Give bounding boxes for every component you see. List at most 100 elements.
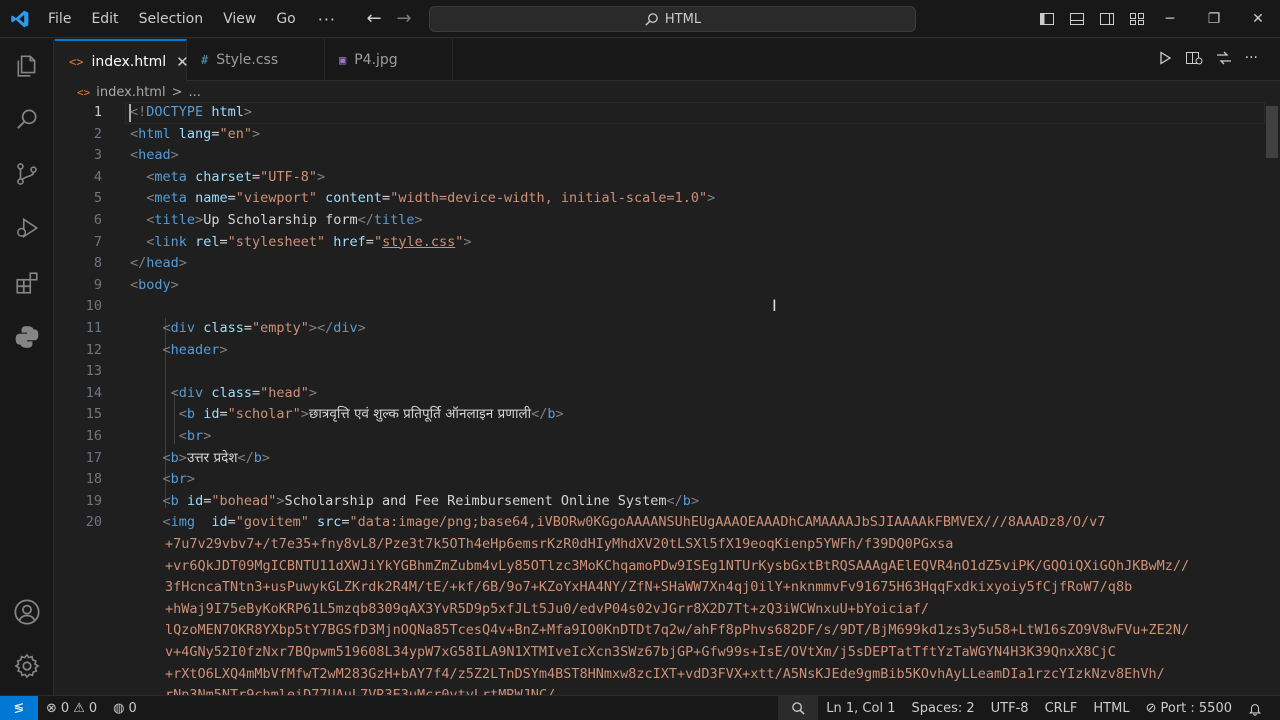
end-of-line[interactable]: CRLF bbox=[1037, 701, 1086, 716]
editor-tabs: <> index.html ✕ # Style.css ▣ P4.jpg ··· bbox=[55, 39, 1280, 82]
tab-index-html[interactable]: <> index.html ✕ bbox=[55, 39, 189, 82]
code-text: <html lang="en"> bbox=[130, 125, 261, 142]
compare-changes-icon[interactable] bbox=[1215, 50, 1233, 70]
code-wrapped-line: 3fHcncaTNtn3+usPuwykGLZKrdk2R4M/tE/+kf/6… bbox=[165, 579, 1133, 596]
source-control-icon[interactable] bbox=[13, 160, 41, 188]
menu-view[interactable]: View bbox=[213, 0, 266, 38]
language-mode[interactable]: HTML bbox=[1085, 701, 1137, 716]
breadcrumb-file[interactable]: index.html bbox=[96, 85, 165, 100]
code-editor[interactable]: 1 <!DOCTYPE html> 2 <html lang="en"> 3 <… bbox=[55, 102, 1280, 695]
code-wrapped-line: lQzoMEN7OKR8YXbp5tY7BGSfD3MjnOQNa85TcesQ… bbox=[165, 622, 1190, 639]
scrollbar-thumb[interactable] bbox=[1266, 106, 1278, 158]
tab-p4-jpg[interactable]: ▣ P4.jpg bbox=[325, 39, 453, 81]
code-text: <br> bbox=[162, 471, 196, 488]
code-text: <img id="govitem" src="data:image/png;ba… bbox=[162, 514, 1106, 531]
tab-style-css[interactable]: # Style.css bbox=[187, 39, 325, 81]
code-line: 16 <br> bbox=[55, 426, 1265, 448]
code-text: <div class="empty"></div> bbox=[162, 320, 366, 336]
error-icon: ⊗ bbox=[46, 700, 57, 716]
run-file-icon[interactable] bbox=[1157, 50, 1173, 70]
css-file-icon: # bbox=[201, 53, 209, 67]
line-number: 9 bbox=[93, 276, 102, 293]
breadcrumb-more[interactable]: ... bbox=[188, 85, 200, 100]
toggle-primary-sidebar-icon[interactable] bbox=[1036, 8, 1058, 30]
line-number: 2 bbox=[93, 125, 102, 142]
customize-layout-icon[interactable] bbox=[1126, 8, 1148, 30]
search-icon bbox=[645, 12, 658, 26]
menu-edit[interactable]: Edit bbox=[81, 0, 128, 38]
code-line: 14 <div class="head"> bbox=[55, 383, 1265, 405]
line-number: 18 bbox=[85, 471, 102, 488]
run-debug-icon[interactable] bbox=[13, 214, 41, 242]
line-number: 6 bbox=[93, 212, 102, 228]
remote-indicator[interactable]: ≶ bbox=[0, 695, 38, 720]
code-line: 4 <meta charset="UTF-8"> bbox=[55, 167, 1265, 189]
command-center-label: HTML bbox=[664, 11, 702, 27]
encoding[interactable]: UTF-8 bbox=[983, 701, 1037, 716]
line-number: 16 bbox=[85, 428, 102, 444]
code-line: 1 <!DOCTYPE html> bbox=[55, 102, 1265, 124]
line-number: 3 bbox=[93, 147, 102, 164]
settings-gear-icon[interactable] bbox=[13, 652, 41, 680]
code-line: 11 <div class="empty"></div> bbox=[55, 318, 1265, 340]
code-text: <head> bbox=[130, 147, 179, 164]
restore-icon[interactable]: ❐ bbox=[1192, 0, 1236, 38]
broadcast-icon: ◍ bbox=[113, 700, 125, 716]
close-window-icon[interactable]: ✕ bbox=[1236, 0, 1280, 38]
toggle-secondary-sidebar-icon[interactable] bbox=[1096, 8, 1118, 30]
warning-count: 0 bbox=[88, 700, 98, 716]
line-number: 4 bbox=[93, 168, 102, 185]
python-icon[interactable] bbox=[13, 323, 41, 351]
breadcrumb: <> index.html > ... bbox=[55, 82, 201, 102]
notifications-bell-icon[interactable] bbox=[1240, 702, 1270, 716]
cursor-position[interactable]: Ln 1, Col 1 bbox=[818, 701, 903, 716]
code-line: 3 <head> bbox=[55, 145, 1265, 167]
more-actions-icon[interactable]: ··· bbox=[1245, 50, 1258, 70]
problems-indicator[interactable]: ⊗ 0 ⚠ 0 bbox=[38, 701, 105, 716]
accounts-icon[interactable] bbox=[13, 598, 41, 626]
search-sidebar-icon[interactable] bbox=[13, 105, 41, 133]
window-controls: ─ ❐ ✕ bbox=[1148, 0, 1280, 38]
forward-arrow-icon[interactable]: → bbox=[394, 9, 414, 29]
code-line: 10 bbox=[55, 296, 1265, 318]
menu-file[interactable]: File bbox=[38, 0, 81, 38]
code-line: 5 <meta name="viewport" content="width=d… bbox=[55, 188, 1265, 210]
code-text: <b>उत्तर प्रदेश</b> bbox=[162, 449, 271, 466]
code-text: <body> bbox=[130, 276, 179, 293]
mouse-ibeam-cursor-icon: I bbox=[772, 296, 777, 315]
ports-indicator[interactable]: ◍ 0 bbox=[105, 701, 145, 716]
line-number: 12 bbox=[85, 341, 102, 358]
warning-icon: ⚠ bbox=[73, 700, 85, 716]
back-arrow-icon[interactable]: ← bbox=[364, 9, 384, 29]
menu-selection[interactable]: Selection bbox=[129, 0, 214, 38]
menu-more-button[interactable]: ··· bbox=[306, 10, 348, 29]
line-number: 8 bbox=[93, 255, 102, 272]
menu-go[interactable]: Go bbox=[266, 0, 305, 38]
code-line: 6 <title>Up Scholarship form</title> bbox=[55, 210, 1265, 232]
line-number: 17 bbox=[85, 449, 102, 466]
code-wrapped-line: v+4GNy52I0fzNxr7BQpwm519608L34ypW7xG58IL… bbox=[165, 644, 1116, 660]
code-wrapped-line: +vr6QkJDT09MgICBNTU11dXWJiYkYGBhmZmZubm4… bbox=[165, 557, 1190, 574]
port-label: Port : 5500 bbox=[1160, 701, 1233, 716]
code-text: <link rel="stylesheet" href="style.css"> bbox=[146, 233, 472, 250]
layout-controls bbox=[1036, 8, 1148, 30]
code-line: 8 </head> bbox=[55, 253, 1265, 275]
status-bar-right: Ln 1, Col 1 Spaces: 2 UTF-8 CRLF HTML ⊘ … bbox=[778, 696, 1270, 720]
indentation[interactable]: Spaces: 2 bbox=[903, 701, 982, 716]
live-server-port[interactable]: ⊘ Port : 5500 bbox=[1138, 701, 1240, 716]
code-line: 18 <br> bbox=[55, 469, 1265, 491]
editor-scrollbar[interactable] bbox=[1266, 102, 1280, 695]
extensions-icon[interactable] bbox=[13, 269, 41, 297]
line-number: 11 bbox=[85, 320, 102, 336]
code-text: </head> bbox=[130, 255, 187, 272]
command-center-search[interactable]: HTML bbox=[429, 6, 916, 32]
zoom-icon[interactable] bbox=[778, 696, 819, 720]
tab-label: P4.jpg bbox=[354, 52, 398, 68]
toggle-panel-icon[interactable] bbox=[1066, 8, 1088, 30]
minimize-icon[interactable]: ─ bbox=[1148, 0, 1192, 38]
text-cursor bbox=[129, 104, 131, 122]
explorer-icon[interactable] bbox=[13, 52, 41, 80]
code-line: 13 bbox=[55, 361, 1265, 383]
line-number: 5 bbox=[93, 190, 102, 207]
open-preview-icon[interactable] bbox=[1185, 50, 1203, 70]
